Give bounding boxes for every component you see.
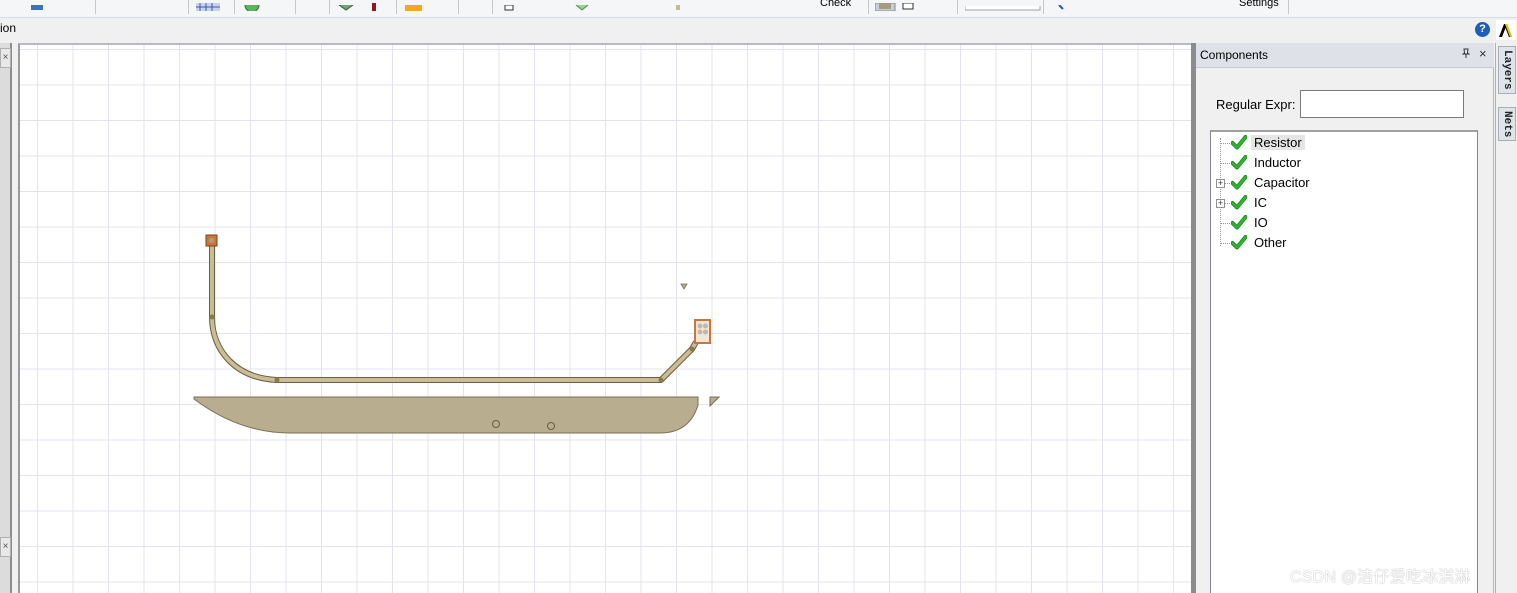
tree-item-label: IO bbox=[1254, 215, 1268, 230]
toolbar-separator bbox=[1288, 0, 1289, 14]
toolbar-separator bbox=[868, 0, 869, 14]
checkbox-icon[interactable] bbox=[504, 0, 514, 14]
small-marker bbox=[680, 283, 688, 290]
main-toolbar: Check Settings bbox=[0, 0, 1517, 18]
tree-item-io[interactable]: IO bbox=[1211, 213, 1479, 233]
trace-vertex bbox=[274, 377, 280, 383]
tree-item-other[interactable]: Other bbox=[1211, 233, 1479, 253]
document-icon[interactable] bbox=[30, 0, 44, 14]
tab-nets-label: Nets bbox=[1501, 111, 1513, 138]
toolbar-separator bbox=[957, 0, 958, 14]
left-dock-close-button[interactable]: × bbox=[0, 537, 11, 557]
strip-label: ion bbox=[0, 21, 17, 35]
zoom-field[interactable] bbox=[964, 0, 1041, 14]
search-icon[interactable] bbox=[1056, 0, 1068, 14]
pad-end-pin bbox=[697, 329, 703, 335]
checkmark-icon[interactable] bbox=[1230, 215, 1248, 233]
tree-item-ic[interactable]: + IC bbox=[1211, 193, 1479, 213]
board-outline bbox=[193, 396, 699, 434]
toolbar-separator bbox=[188, 0, 189, 14]
tree-item-label: IC bbox=[1254, 195, 1267, 210]
marker-icon[interactable] bbox=[371, 0, 377, 14]
pin-icon[interactable] bbox=[1461, 48, 1471, 61]
tab-layers[interactable]: Layers bbox=[1498, 46, 1516, 94]
tree-item-label: Capacitor bbox=[1254, 175, 1310, 190]
expand-icon[interactable]: + bbox=[1216, 179, 1225, 188]
probe-icon[interactable] bbox=[675, 0, 685, 14]
checkmark-icon[interactable] bbox=[1230, 235, 1248, 253]
panel-title: Components bbox=[1200, 48, 1269, 62]
toolbar-separator bbox=[396, 0, 397, 14]
pad-end-pin bbox=[703, 323, 708, 329]
side-tab-strip: Layers Nets bbox=[1495, 43, 1517, 593]
status-strip: ion bbox=[0, 18, 1517, 43]
circle-tool-icon[interactable] bbox=[244, 0, 260, 14]
settings-button[interactable]: Settings bbox=[1239, 0, 1279, 9]
pcb-drawing bbox=[193, 234, 721, 434]
regex-label: Regular Expr: bbox=[1216, 97, 1296, 112]
components-panel: Components × Regular Expr: Resistor Induc… bbox=[1196, 43, 1494, 593]
toolbar-separator bbox=[295, 0, 296, 14]
expand-icon[interactable]: + bbox=[1216, 199, 1225, 208]
close-icon[interactable]: × bbox=[1479, 46, 1487, 61]
folder-icon[interactable] bbox=[405, 0, 423, 14]
components-tree[interactable]: Resistor Inductor + Capacitor + IC IO Other bbox=[1210, 130, 1478, 593]
tab-nets[interactable]: Nets bbox=[1498, 107, 1516, 142]
help-icon[interactable]: ? bbox=[1475, 22, 1490, 37]
3d-box-icon[interactable] bbox=[337, 0, 355, 14]
board-notch bbox=[709, 396, 721, 408]
pcb-trace bbox=[210, 241, 698, 382]
regex-input[interactable] bbox=[1300, 90, 1464, 118]
tree-item-capacitor[interactable]: + Capacitor bbox=[1211, 173, 1479, 193]
toolbar-separator bbox=[458, 0, 459, 14]
app-logo-icon bbox=[1496, 20, 1516, 40]
tab-layers-label: Layers bbox=[1501, 50, 1513, 90]
toolbar-separator bbox=[492, 0, 493, 14]
import-icon[interactable] bbox=[574, 0, 590, 14]
tree-item-inductor[interactable]: Inductor bbox=[1211, 153, 1479, 173]
tree-item-resistor[interactable]: Resistor bbox=[1211, 133, 1479, 153]
tree-item-label: Inductor bbox=[1254, 155, 1301, 170]
pad-end-pin bbox=[703, 329, 708, 335]
toolbar-separator bbox=[234, 0, 235, 14]
tree-item-label: Resistor bbox=[1251, 135, 1305, 150]
trace-vertex bbox=[658, 377, 664, 383]
components-panel-header: Components × bbox=[1196, 43, 1494, 68]
check-button[interactable]: Check bbox=[820, 0, 851, 9]
layer-view-icon[interactable] bbox=[874, 0, 919, 14]
watermark: CSDN @洁仔爱吃冰淇淋 bbox=[1290, 569, 1471, 586]
checkmark-icon[interactable] bbox=[1230, 175, 1248, 193]
checkmark-icon[interactable] bbox=[1230, 155, 1248, 173]
pad-start-hole bbox=[209, 238, 214, 243]
toolbar-separator bbox=[95, 0, 96, 14]
pad-end-pin bbox=[697, 323, 703, 329]
pcb-canvas[interactable] bbox=[18, 43, 1191, 593]
pcb-trace bbox=[209, 241, 699, 383]
trace-vertex bbox=[689, 346, 695, 352]
tree-item-label: Other bbox=[1254, 235, 1287, 250]
left-dock-close-button[interactable]: × bbox=[0, 48, 11, 68]
checkmark-icon[interactable] bbox=[1230, 195, 1248, 213]
trace-vertex bbox=[209, 314, 215, 320]
left-dock: × × bbox=[0, 43, 12, 593]
checkmark-icon[interactable] bbox=[1230, 135, 1248, 153]
toolbar-separator bbox=[1043, 0, 1044, 14]
grid-icon[interactable] bbox=[196, 0, 220, 14]
toolbar-separator bbox=[329, 0, 330, 14]
